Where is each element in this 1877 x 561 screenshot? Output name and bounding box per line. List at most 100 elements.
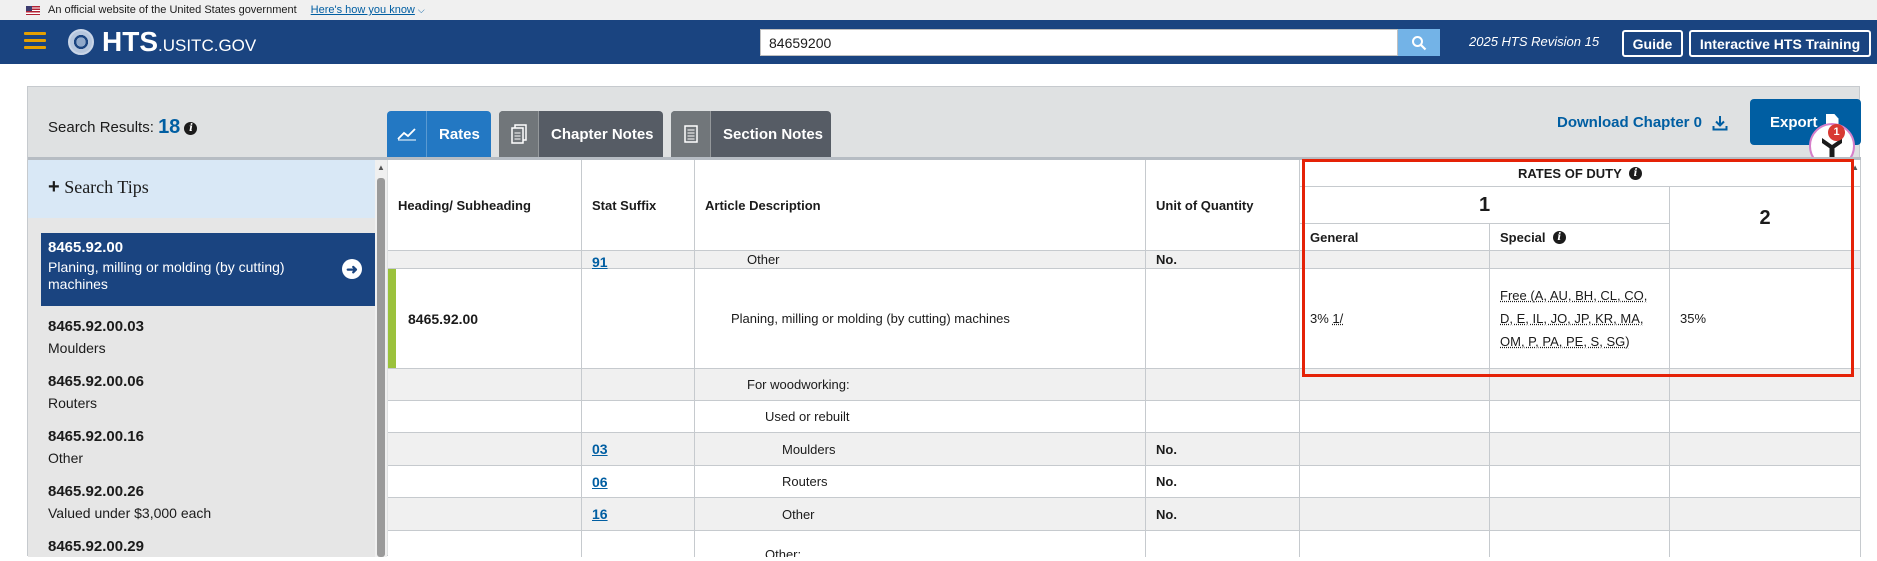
sidebar-scrollbar[interactable]: ▲: [375, 160, 387, 557]
table-cell: Used or rebuilt: [695, 401, 1146, 433]
table-cell: Other: [695, 251, 1146, 269]
table-cell: [582, 269, 695, 369]
sidebar-result-item[interactable]: 8465.92.00.03 Moulders: [41, 312, 375, 362]
stat-suffix-link[interactable]: 16: [592, 506, 608, 522]
table-cell: [1146, 531, 1300, 557]
table-cell: Moulders: [695, 433, 1146, 466]
col-header-special: Special i: [1490, 224, 1670, 251]
table-cell: 16: [582, 498, 695, 531]
sidebar-result-item[interactable]: 8465.92.00 Planing, milling or molding (…: [41, 233, 375, 306]
search-icon: [1412, 35, 1427, 50]
download-icon: [1712, 115, 1728, 130]
guide-button[interactable]: Guide: [1622, 30, 1683, 57]
us-flag-icon: [26, 5, 40, 15]
table-cell: [388, 531, 582, 557]
table-cell: No.: [1146, 498, 1300, 531]
special-program-codes[interactable]: Free (A, AU, BH, CL, CO, D, E, IL, JO, J…: [1500, 284, 1659, 353]
table-cell: 03: [582, 433, 695, 466]
table-cell: [1490, 369, 1670, 401]
sidebar-result-item[interactable]: 8465.92.00.29: [41, 532, 375, 561]
table-cell: Planing, milling or molding (by cutting)…: [695, 269, 1146, 369]
results-sidebar: + Search Tips 8465.92.00 Planing, millin…: [28, 160, 387, 557]
menu-icon[interactable]: [24, 32, 46, 50]
tab-chapter-notes[interactable]: Chapter Notes: [499, 111, 663, 157]
search-tips-toggle[interactable]: + Search Tips: [28, 160, 378, 218]
table-cell: [1490, 401, 1670, 433]
sidebar-result-item[interactable]: 8465.92.00.16 Other: [41, 422, 375, 472]
col2-rate-cell: 35%: [1670, 269, 1861, 369]
hts-revision-label: 2025 HTS Revision 15: [1469, 34, 1600, 49]
heres-how-you-know-link[interactable]: Here's how you know: [311, 4, 415, 16]
col-header-2: 2: [1670, 187, 1861, 251]
table-cell: No.: [1146, 251, 1300, 269]
gov-banner: An official website of the United States…: [0, 0, 1877, 20]
table-cell: [1146, 369, 1300, 401]
search-input[interactable]: 84659200: [760, 29, 1398, 56]
scroll-up-icon[interactable]: ▲: [1851, 163, 1859, 172]
col-header-heading: Heading/ Subheading: [388, 160, 582, 251]
site-header: HTS.USITC.GOV 84659200 2025 HTS Revision…: [0, 20, 1877, 64]
table-cell: [388, 498, 582, 531]
trend-chart-icon: [387, 111, 427, 157]
table-cell: Other: [695, 498, 1146, 531]
tab-rates[interactable]: Rates: [387, 111, 491, 157]
tab-section-notes[interactable]: Section Notes: [671, 111, 831, 157]
gov-banner-text: An official website of the United States…: [48, 4, 297, 16]
table-cell: 91: [582, 251, 695, 270]
table-cell: [1300, 369, 1490, 401]
col-header-stat-suffix: Stat Suffix: [582, 160, 695, 251]
stat-suffix-link[interactable]: 06: [592, 474, 608, 490]
document-icon: [671, 111, 711, 157]
table-cell: [582, 401, 695, 433]
plus-icon: +: [48, 176, 60, 198]
footnote-link[interactable]: 1/: [1332, 311, 1343, 326]
table-cell: [1490, 498, 1670, 531]
scroll-up-icon[interactable]: ▲: [377, 163, 385, 172]
arrow-right-icon[interactable]: ➜: [342, 259, 362, 279]
table-cell: [1300, 401, 1490, 433]
table-cell: [388, 466, 582, 498]
table-cell: [1300, 466, 1490, 498]
info-icon[interactable]: i: [1629, 166, 1642, 180]
row-marker: [388, 269, 396, 368]
table-cell: [1670, 498, 1861, 531]
info-icon[interactable]: i: [1552, 230, 1566, 244]
results-count: 18: [158, 116, 181, 138]
table-cell: [1490, 433, 1670, 466]
notification-badge: 1: [1828, 124, 1845, 141]
sidebar-result-item[interactable]: 8465.92.00.26 Valued under $3,000 each: [41, 477, 375, 527]
chevron-down-icon[interactable]: ⌵: [418, 5, 425, 16]
col-header-description: Article Description: [695, 160, 1146, 251]
search-button[interactable]: [1398, 29, 1440, 56]
table-cell: [1300, 498, 1490, 531]
table-cell: [1490, 466, 1670, 498]
table-cell: No.: [1146, 433, 1300, 466]
table-cell: For woodworking:: [695, 369, 1146, 401]
stat-suffix-link[interactable]: 91: [592, 254, 608, 270]
table-cell: [582, 531, 695, 557]
rates-table: Heading/ Subheading Stat Suffix Article …: [388, 160, 1861, 557]
search-results-summary: Search Results: 18 i: [48, 115, 198, 138]
table-cell: Other:: [695, 531, 1146, 557]
interactive-training-button[interactable]: Interactive HTS Training: [1689, 30, 1871, 57]
table-cell: [1300, 433, 1490, 466]
sidebar-result-item[interactable]: 8465.92.00.06 Routers: [41, 367, 375, 417]
table-cell: [388, 401, 582, 433]
table-cell: [1300, 531, 1490, 557]
usitc-seal-icon: [68, 29, 94, 55]
documents-icon: [499, 111, 539, 157]
download-chapter-link[interactable]: Download Chapter 0: [1557, 114, 1728, 131]
table-row-heading: 8465.92.00: [388, 269, 582, 369]
table-cell: [1670, 433, 1861, 466]
scrollbar-thumb[interactable]: [377, 178, 385, 557]
site-logo[interactable]: HTS.USITC.GOV: [102, 26, 256, 58]
table-cell: [1300, 251, 1490, 269]
table-cell: [1670, 531, 1861, 557]
info-icon[interactable]: i: [184, 121, 198, 135]
table-cell: [1670, 369, 1861, 401]
table-cell: [1490, 251, 1670, 269]
stat-suffix-link[interactable]: 03: [592, 441, 608, 457]
col-header-1: 1: [1300, 187, 1670, 224]
table-cell: No.: [1146, 466, 1300, 498]
table-cell: [1146, 269, 1300, 369]
